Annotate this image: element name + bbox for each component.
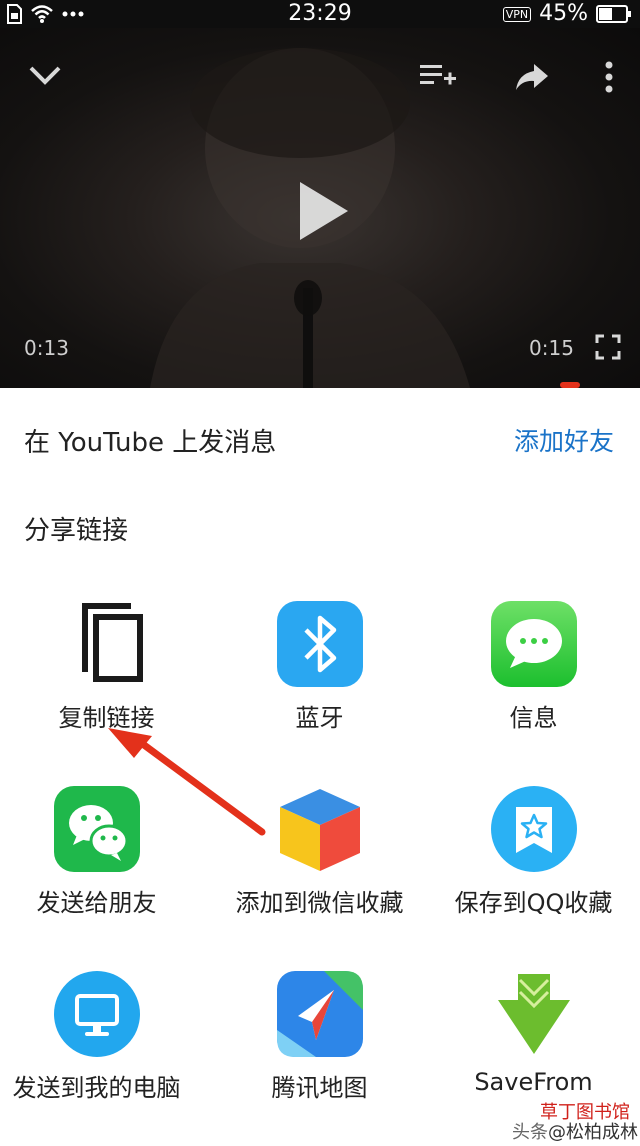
share-item-label: SaveFrom (474, 1068, 593, 1096)
messages-icon (490, 601, 577, 687)
computer-icon (53, 971, 140, 1057)
wechat-favorites-icon (279, 789, 360, 871)
watermark-source: 头条 (512, 1122, 548, 1143)
share-item-label: 发送给朋友 (36, 889, 157, 917)
share-link-title: 分享链接 (24, 516, 129, 546)
share-item-copy-link[interactable]: 复制链接 (0, 600, 213, 733)
share-item-tencent-map[interactable]: 腾讯地图 (213, 970, 426, 1103)
collapse-icon[interactable] (28, 64, 62, 88)
status-right-icons: VPN 45% (502, 1, 632, 26)
share-item-label: 发送到我的电脑 (12, 1074, 181, 1102)
bluetooth-icon (276, 601, 363, 687)
add-friend-link[interactable]: 添加好友 (514, 422, 614, 458)
fullscreen-icon[interactable] (595, 334, 621, 360)
share-item-wechat-favorites[interactable]: 添加到微信收藏 (213, 785, 426, 918)
progress-bar-accent (560, 382, 580, 388)
share-item-label: 添加到微信收藏 (235, 889, 404, 917)
share-item-messages[interactable]: 信息 (427, 600, 640, 733)
share-item-label: 保存到QQ收藏 (454, 889, 613, 917)
watermark-overlay: 草丁图书馆 (540, 1102, 630, 1123)
video-time-total: 0:15 (529, 336, 574, 360)
share-item-send-to-computer[interactable]: 发送到我的电脑 (0, 970, 203, 1103)
savefrom-icon (497, 974, 570, 1054)
video-time-elapsed: 0:13 (24, 336, 69, 360)
copy-icon (81, 603, 143, 682)
share-item-label: 复制链接 (58, 704, 155, 732)
add-to-playlist-icon[interactable] (418, 62, 458, 92)
share-item-label: 信息 (509, 704, 558, 732)
status-bar: 23:29 VPN 45% (0, 0, 640, 28)
share-item-savefrom[interactable]: SaveFrom (427, 970, 640, 1096)
message-title: 在 YouTube 上发消息 (24, 428, 277, 458)
watermark-author: @松柏成林 (548, 1122, 638, 1143)
share-item-label: 腾讯地图 (271, 1074, 368, 1102)
more-options-icon[interactable] (603, 60, 615, 94)
share-item-bluetooth[interactable]: 蓝牙 (213, 600, 426, 733)
vpn-badge: VPN (502, 6, 532, 22)
tencent-map-icon (276, 971, 363, 1057)
battery-icon (596, 5, 631, 23)
share-icon[interactable] (514, 62, 550, 92)
video-player[interactable]: 0:13 0:15 (0, 28, 640, 388)
share-item-send-to-friend[interactable]: 发送给朋友 (0, 785, 203, 918)
wechat-icon (53, 786, 140, 872)
play-icon[interactable] (296, 180, 352, 242)
qq-favorites-icon (490, 786, 577, 872)
share-item-label: 蓝牙 (295, 704, 344, 732)
share-item-qq-favorites[interactable]: 保存到QQ收藏 (427, 785, 640, 918)
battery-percent: 45% (539, 1, 588, 26)
